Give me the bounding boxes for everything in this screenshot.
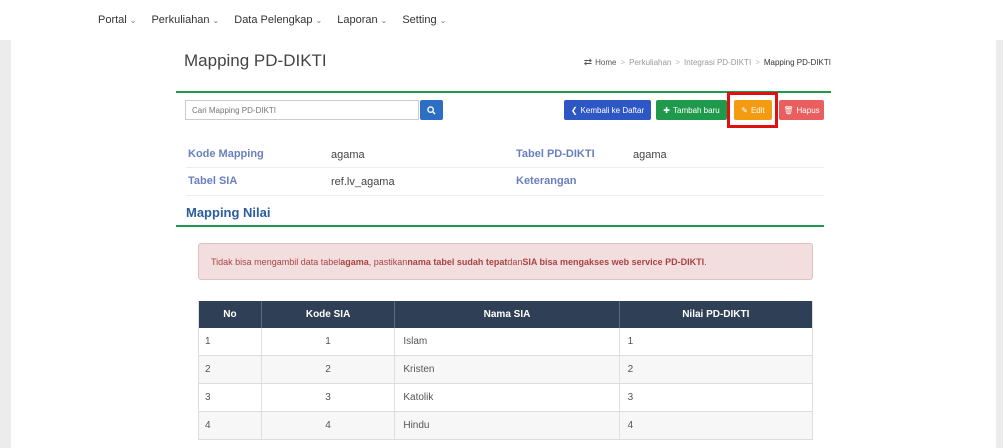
menu-data-pelengkap-label: Data Pelengkap bbox=[234, 14, 313, 26]
tabel-pddikti-label: Tabel PD-DIKTI bbox=[516, 148, 595, 160]
alert-text: Tidak bisa mengambil data tabel bbox=[211, 256, 341, 267]
table-row[interactable]: 1 1 Islam 1 bbox=[199, 328, 812, 356]
delete-label: Hapus bbox=[796, 105, 820, 115]
exchange-icon: ⇄ bbox=[583, 57, 593, 68]
alert-text: , pastikan bbox=[368, 256, 408, 267]
alert-emphasis: SIA bisa mengakses web service PD-DIKTI bbox=[522, 256, 705, 267]
search-icon bbox=[427, 105, 436, 115]
table-header: No Kode SIA Nama SIA Nilai PD-DIKTI bbox=[199, 301, 812, 328]
column-header: Nilai PD-DIKTI bbox=[682, 309, 750, 320]
divider bbox=[186, 167, 824, 168]
menu-setting[interactable]: Setting ⌄ bbox=[402, 14, 446, 26]
tabel-pddikti-value: agama bbox=[633, 149, 667, 161]
table-cell: 1 bbox=[262, 328, 396, 355]
menu-perkuliahan-label: Perkuliahan bbox=[151, 14, 210, 26]
plus-icon: ✚ bbox=[663, 105, 670, 115]
section-underline bbox=[176, 225, 824, 227]
column-header: No bbox=[199, 301, 262, 328]
table-cell: 1 bbox=[627, 336, 634, 347]
breadcrumb-separator: > bbox=[675, 58, 681, 67]
table-cell: 4 bbox=[627, 420, 634, 431]
table-cell: 2 bbox=[199, 356, 262, 383]
menu-portal-label: Portal bbox=[98, 14, 127, 26]
tabel-sia-label: Tabel SIA bbox=[188, 175, 238, 187]
table-cell: 4 bbox=[262, 412, 396, 439]
add-new-button[interactable]: ✚ Tambah baru bbox=[656, 100, 727, 120]
add-label: Tambah baru bbox=[673, 105, 720, 115]
table-cell: Islam bbox=[395, 328, 620, 355]
table-cell: 3 bbox=[262, 384, 396, 411]
breadcrumb-separator: > bbox=[620, 58, 626, 67]
search-input[interactable] bbox=[185, 100, 419, 120]
page-title: Mapping PD-DIKTI bbox=[184, 51, 327, 70]
section-title: Mapping Nilai bbox=[186, 205, 271, 220]
edit-highlight-box bbox=[727, 92, 778, 128]
table-cell: Kristen bbox=[395, 356, 620, 383]
alert-emphasis: nama tabel sudah tepat bbox=[407, 256, 508, 267]
table-row[interactable]: 3 3 Katolik 3 bbox=[199, 384, 812, 412]
table-cell: 3 bbox=[627, 392, 634, 403]
trash-icon: 🗑 bbox=[783, 105, 794, 115]
chevron-down-icon: ⌄ bbox=[315, 16, 323, 25]
mapping-table: No Kode SIA Nama SIA Nilai PD-DIKTI 1 1 … bbox=[198, 301, 813, 440]
kode-mapping-label: Kode Mapping bbox=[188, 148, 264, 160]
chevron-down-icon: ⌄ bbox=[212, 16, 220, 25]
table-cell: 2 bbox=[262, 356, 396, 383]
alert-text: . bbox=[704, 256, 707, 267]
keterangan-label: Keterangan bbox=[516, 175, 577, 187]
table-cell: Hindu bbox=[395, 412, 620, 439]
alert-text: dan bbox=[507, 256, 523, 267]
breadcrumb-perkuliahan[interactable]: Perkuliahan bbox=[629, 58, 671, 67]
divider bbox=[186, 195, 824, 196]
menu-portal[interactable]: Portal ⌄ bbox=[98, 14, 136, 26]
top-navbar: Portal ⌄ Perkuliahan ⌄ Data Pelengkap ⌄ Lap… bbox=[0, 0, 1003, 40]
delete-button[interactable]: 🗑 Hapus bbox=[779, 100, 824, 120]
table-cell: 1 bbox=[199, 328, 262, 355]
menu-laporan[interactable]: Laporan ⌄ bbox=[337, 14, 387, 26]
column-header: Nama SIA bbox=[395, 301, 620, 328]
table-row[interactable]: 4 4 Hindu 4 bbox=[199, 412, 812, 440]
table-cell: Katolik bbox=[395, 384, 620, 411]
chevron-down-icon: ⌄ bbox=[129, 16, 137, 25]
menu-data-pelengkap[interactable]: Data Pelengkap ⌄ bbox=[234, 14, 322, 26]
chevron-down-icon: ⌄ bbox=[380, 16, 388, 25]
back-to-list-button[interactable]: ❮ Kembali ke Daftar bbox=[564, 100, 651, 120]
breadcrumb-active: Mapping PD-DIKTI bbox=[763, 58, 831, 67]
menu-perkuliahan[interactable]: Perkuliahan ⌄ bbox=[151, 14, 219, 26]
breadcrumb-home[interactable]: Home bbox=[595, 58, 616, 67]
table-cell: 3 bbox=[199, 384, 262, 411]
menu-laporan-label: Laporan bbox=[337, 14, 378, 26]
menu-setting-label: Setting bbox=[402, 14, 437, 26]
breadcrumb-separator: > bbox=[755, 58, 760, 67]
back-label: Kembali ke Daftar bbox=[580, 105, 645, 115]
column-header: Kode SIA bbox=[262, 301, 396, 328]
breadcrumb-integrasi[interactable]: Integrasi PD-DIKTI bbox=[684, 58, 751, 67]
error-alert: Tidak bisa mengambil data tabel agama , … bbox=[198, 243, 813, 280]
alert-table-name: agama bbox=[340, 256, 369, 267]
table-cell: 4 bbox=[199, 412, 262, 439]
tabel-sia-value: ref.lv_agama bbox=[331, 176, 395, 188]
chevron-left-icon: ❮ bbox=[570, 105, 578, 115]
main-menu: Portal ⌄ Perkuliahan ⌄ Data Pelengkap ⌄ Lap… bbox=[98, 14, 461, 26]
table-cell: 2 bbox=[627, 364, 634, 375]
search-button[interactable] bbox=[420, 100, 443, 120]
kode-mapping-value: agama bbox=[331, 149, 365, 161]
breadcrumb: ⇄ Home > Perkuliahan > Integrasi PD-DIKT… bbox=[584, 57, 831, 68]
chevron-down-icon: ⌄ bbox=[439, 16, 447, 25]
table-row[interactable]: 2 2 Kristen 2 bbox=[199, 356, 812, 384]
